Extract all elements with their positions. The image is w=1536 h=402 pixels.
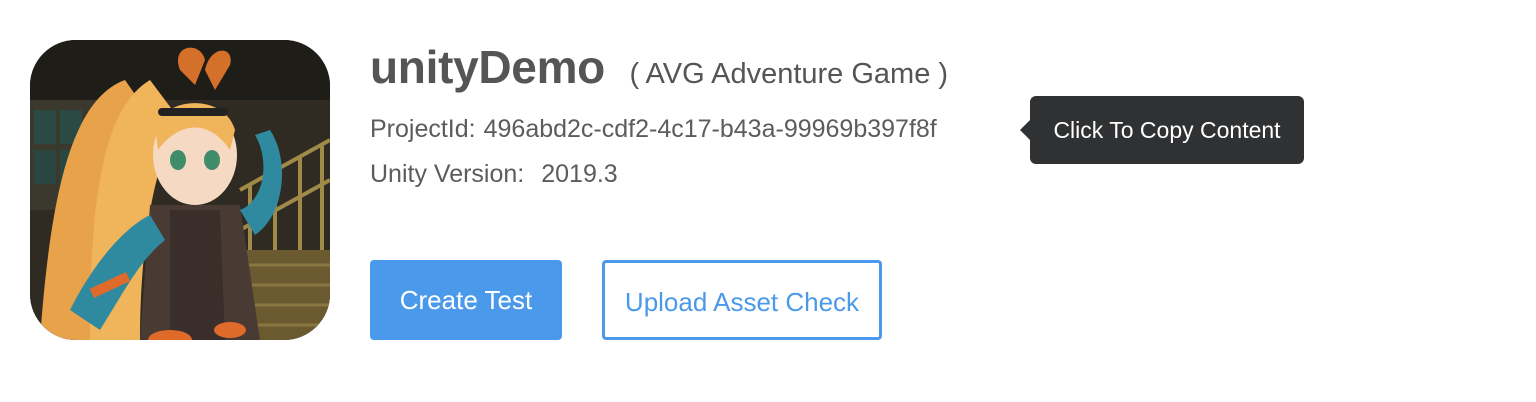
create-test-button[interactable]: Create Test	[370, 260, 562, 340]
anime-character-image	[30, 40, 330, 340]
project-id-row[interactable]: ProjectId: 496abd2c-cdf2-4c17-b43a-99969b…	[370, 115, 937, 144]
project-category: ( AVG Adventure Game )	[629, 58, 949, 90]
copy-tooltip: Click To Copy Content	[1020, 96, 1304, 164]
unity-version-value: 2019.3	[541, 160, 618, 188]
unity-version-row: Unity Version: 2019.3	[370, 160, 618, 189]
unity-version-label: Unity Version:	[370, 160, 525, 188]
project-id-value[interactable]: 496abd2c-cdf2-4c17-b43a-99969b397f8f	[484, 115, 937, 143]
project-thumbnail	[30, 40, 330, 340]
project-title: unityDemo	[370, 41, 605, 93]
upload-asset-check-button[interactable]: Upload Asset Check	[602, 260, 882, 340]
title-row: unityDemo ( AVG Adventure Game )	[370, 40, 948, 94]
project-id-label: ProjectId:	[370, 115, 476, 143]
